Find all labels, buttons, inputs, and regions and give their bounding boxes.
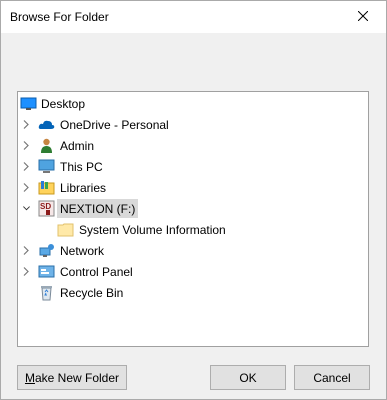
tree-item-nextion-drive[interactable]: SD NEXTION (F:) (18, 198, 368, 219)
window-title: Browse For Folder (10, 10, 109, 24)
close-button[interactable] (340, 1, 386, 33)
title-bar: Browse For Folder (1, 1, 386, 33)
tree-item-label: System Volume Information (79, 222, 226, 237)
chevron-right-icon[interactable] (20, 240, 32, 261)
onedrive-cloud-icon (38, 116, 55, 133)
computer-icon (38, 158, 55, 175)
tree-item-label: OneDrive - Personal (60, 117, 169, 132)
make-new-folder-label: ake New Folder (34, 370, 120, 385)
chevron-right-icon[interactable] (20, 156, 32, 177)
tree-item-label: This PC (60, 159, 103, 174)
chevron-down-icon[interactable] (20, 198, 32, 219)
recycle-bin-icon (38, 284, 55, 301)
cancel-button-label: Cancel (313, 370, 351, 385)
sd-card-drive-icon: SD (38, 200, 55, 217)
control-panel-icon (38, 263, 55, 280)
tree-item-desktop[interactable]: Desktop (18, 93, 368, 114)
tree-item-label: NEXTION (F:) (60, 201, 136, 216)
make-new-folder-button[interactable]: Make New Folder (17, 365, 127, 390)
chevron-right-icon[interactable] (20, 135, 32, 156)
tree-item-label: Admin (60, 138, 95, 153)
network-icon (38, 242, 55, 259)
tree-item-admin[interactable]: Admin (18, 135, 368, 156)
user-folder-icon (38, 137, 55, 154)
tree-item-onedrive[interactable]: OneDrive - Personal (18, 114, 368, 135)
folder-icon (57, 221, 74, 238)
tree-item-network[interactable]: Network (18, 240, 368, 261)
tree-item-control-panel[interactable]: Control Panel (18, 261, 368, 282)
tree-item-label: Control Panel (60, 264, 133, 279)
svg-text:SD: SD (40, 202, 51, 211)
make-new-folder-accelerator: M (24, 370, 35, 385)
libraries-icon (38, 179, 55, 196)
chevron-right-icon[interactable] (20, 114, 32, 135)
tree-item-label: Network (60, 243, 105, 258)
ok-button-label: OK (239, 370, 257, 385)
chevron-right-icon[interactable] (20, 261, 32, 282)
folder-tree[interactable]: Desktop OneDrive - Personal Admin This P… (17, 91, 369, 347)
ok-button[interactable]: OK (210, 365, 286, 390)
cancel-button[interactable]: Cancel (294, 365, 370, 390)
tree-item-this-pc[interactable]: This PC (18, 156, 368, 177)
tree-item-label: Libraries (60, 180, 107, 195)
tree-item-label: Recycle Bin (60, 285, 124, 300)
browse-for-folder-dialog: Browse For Folder Desktop OneDrive - Per… (0, 0, 387, 400)
tree-item-label: Desktop (41, 96, 86, 111)
chevron-right-icon[interactable] (20, 177, 32, 198)
desktop-icon (20, 95, 37, 112)
tree-item-recycle-bin[interactable]: Recycle Bin (18, 282, 368, 303)
tree-item-libraries[interactable]: Libraries (18, 177, 368, 198)
close-icon (357, 10, 369, 24)
tree-item-system-volume-information[interactable]: System Volume Information (18, 219, 368, 240)
